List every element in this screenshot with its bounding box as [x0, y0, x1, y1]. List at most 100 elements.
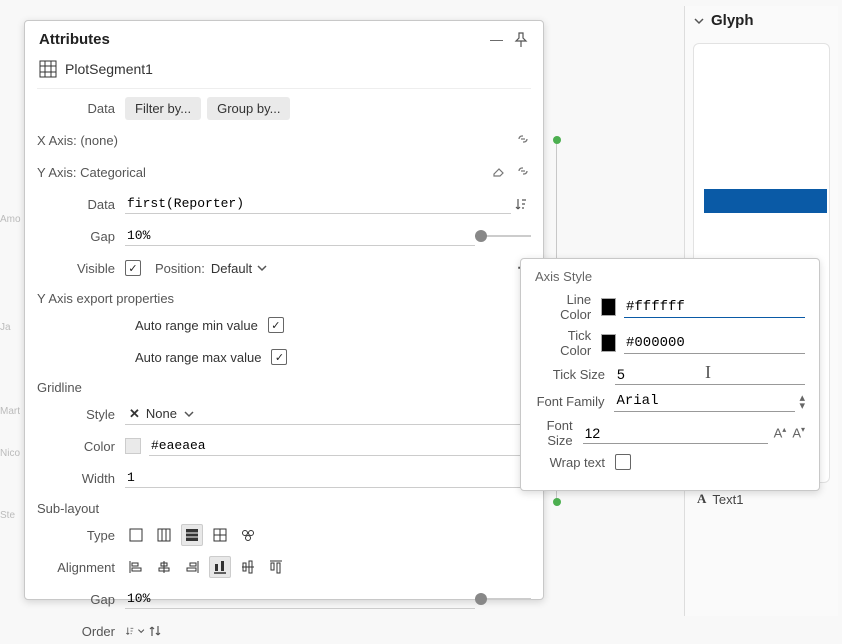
resize-handle-bottom[interactable]: [553, 498, 561, 506]
align-label: Alignment: [37, 560, 125, 575]
width-input[interactable]: [125, 468, 531, 488]
align-left-icon[interactable]: [125, 556, 147, 578]
tick-color-swatch[interactable]: [601, 334, 616, 352]
y-data-row: Data: [37, 191, 531, 217]
sort-icon[interactable]: [511, 197, 531, 211]
tick-size-input[interactable]: [615, 364, 805, 385]
auto-min-checkbox[interactable]: [268, 317, 284, 333]
axis-style-popup: Axis Style Line Color Tick Color Tick Si…: [520, 258, 820, 491]
tick-color-input[interactable]: [624, 333, 805, 354]
bg-label: Nico: [0, 448, 20, 459]
font-size-row: Font Size A▴ A▾: [535, 418, 805, 448]
group-by-button[interactable]: Group by...: [207, 97, 290, 120]
color-swatch[interactable]: [125, 438, 141, 454]
x-axis-row: X Axis: (none): [37, 127, 531, 153]
font-size-input[interactable]: [583, 423, 768, 444]
x-axis-label: X Axis: (none): [37, 133, 118, 148]
font-size-label: Font Size: [535, 418, 583, 448]
tick-color-row: Tick Color: [535, 328, 805, 358]
type-packing-icon[interactable]: [237, 524, 259, 546]
align-bottom-icon[interactable]: [209, 556, 231, 578]
alignment-iconbar: [125, 556, 287, 578]
glyph-mark-text1[interactable]: A Text1: [697, 491, 826, 507]
position-label: Position:: [155, 261, 205, 276]
gridline-style-row: Style ✕ None: [37, 401, 531, 427]
selected-object-row: PlotSegment1: [37, 54, 531, 89]
font-family-label: Font Family: [535, 394, 614, 409]
color-label: Color: [37, 439, 125, 454]
line-color-row: Line Color: [535, 292, 805, 322]
filter-by-button[interactable]: Filter by...: [125, 97, 201, 120]
auto-max-label: Auto range max value: [135, 350, 261, 365]
style-value: None: [146, 406, 177, 421]
attributes-header: Attributes —: [37, 21, 531, 54]
y-axis-export-label: Y Axis export properties: [37, 291, 531, 306]
position-dropdown[interactable]: Default: [211, 261, 268, 276]
tick-size-label: Tick Size: [535, 367, 615, 382]
wrap-text-row: Wrap text: [535, 454, 805, 470]
gap-row: Gap: [37, 223, 531, 249]
type-stacky-icon[interactable]: [181, 524, 203, 546]
glyph-title: Glyph: [711, 12, 754, 29]
align-right-icon[interactable]: [181, 556, 203, 578]
chevron-down-icon: [137, 625, 145, 637]
color-input[interactable]: [149, 436, 531, 456]
gap-input[interactable]: [125, 226, 475, 246]
chevron-down-icon: [256, 262, 268, 274]
gridline-width-row: Width: [37, 465, 531, 491]
sub-gap-slider[interactable]: [475, 592, 531, 606]
order-label: Order: [37, 624, 125, 639]
type-stackx-icon[interactable]: [153, 524, 175, 546]
data-filter-row: Data Filter by... Group by...: [37, 95, 531, 121]
visible-label: Visible: [37, 261, 125, 276]
selected-object-name: PlotSegment1: [65, 61, 153, 77]
font-decrease-icon[interactable]: A▾: [792, 425, 805, 440]
y-data-label: Data: [37, 197, 125, 212]
link-icon[interactable]: [515, 132, 531, 149]
minimize-icon[interactable]: —: [490, 32, 503, 48]
auto-max-checkbox[interactable]: [271, 349, 287, 365]
align-top-icon[interactable]: [265, 556, 287, 578]
bg-label: Amo: [0, 214, 21, 225]
font-family-row: Font Family ▴▾: [535, 391, 805, 412]
pin-icon[interactable]: [513, 32, 529, 48]
resize-handle-top[interactable]: [553, 136, 561, 144]
order-sort-dropdown[interactable]: [125, 624, 145, 638]
tick-color-label: Tick Color: [535, 328, 601, 358]
bg-label: Ja: [0, 322, 11, 333]
style-label: Style: [37, 407, 125, 422]
align-middle-icon[interactable]: [237, 556, 259, 578]
font-family-stepper[interactable]: ▴▾: [799, 394, 805, 410]
y-data-input[interactable]: [125, 194, 511, 214]
width-label: Width: [37, 471, 125, 486]
axis-style-title: Axis Style: [535, 269, 805, 284]
line-color-input[interactable]: [624, 297, 805, 318]
type-label: Type: [37, 528, 125, 543]
align-center-icon[interactable]: [153, 556, 175, 578]
y-axis-label: Y Axis: Categorical: [37, 165, 146, 180]
font-family-input[interactable]: [614, 391, 795, 412]
order-reverse-icon[interactable]: [145, 624, 165, 638]
type-overlap-icon[interactable]: [125, 524, 147, 546]
auto-min-label: Auto range min value: [135, 318, 258, 333]
type-grid-icon[interactable]: [209, 524, 231, 546]
order-row: Order: [37, 618, 531, 644]
glyph-panel-header[interactable]: Glyph: [685, 6, 838, 35]
visible-checkbox[interactable]: [125, 260, 141, 276]
sub-gap-input[interactable]: [125, 589, 475, 609]
erase-icon[interactable]: [491, 164, 507, 181]
position-value: Default: [211, 261, 252, 276]
gap-slider[interactable]: [475, 229, 531, 243]
line-color-swatch[interactable]: [601, 298, 616, 316]
chevron-down-icon: [183, 408, 195, 420]
link-icon[interactable]: [515, 164, 531, 181]
glyph-mark-bar[interactable]: [704, 189, 827, 213]
panel-title: Attributes: [39, 31, 110, 48]
sub-gap-row: Gap: [37, 586, 531, 612]
attributes-panel: Attributes — PlotSegment1 Data Filter by…: [24, 20, 544, 600]
text-mark-icon: A: [697, 491, 706, 507]
auto-max-row: Auto range max value: [37, 344, 531, 370]
wrap-text-checkbox[interactable]: [615, 454, 631, 470]
gridline-style-dropdown[interactable]: ✕ None: [125, 404, 531, 425]
font-increase-icon[interactable]: A▴: [774, 425, 787, 440]
